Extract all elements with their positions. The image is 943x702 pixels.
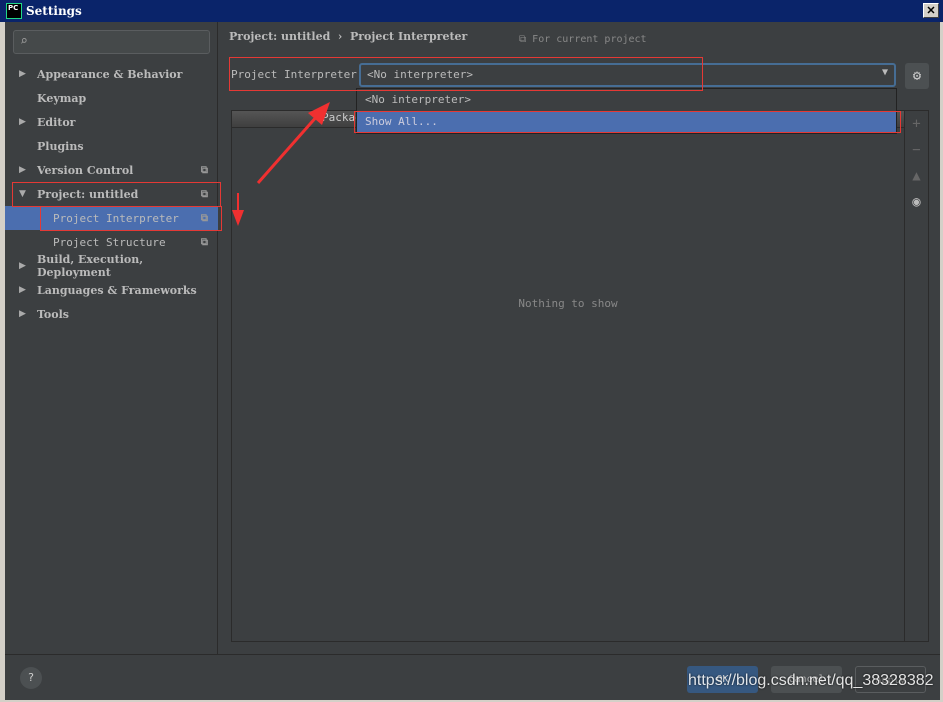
watermark: https://blog.csdn.net/qq_38328382 xyxy=(688,672,934,689)
annotation-arrows xyxy=(232,102,330,226)
arrow-line xyxy=(256,114,320,184)
arrow-head xyxy=(232,210,244,226)
